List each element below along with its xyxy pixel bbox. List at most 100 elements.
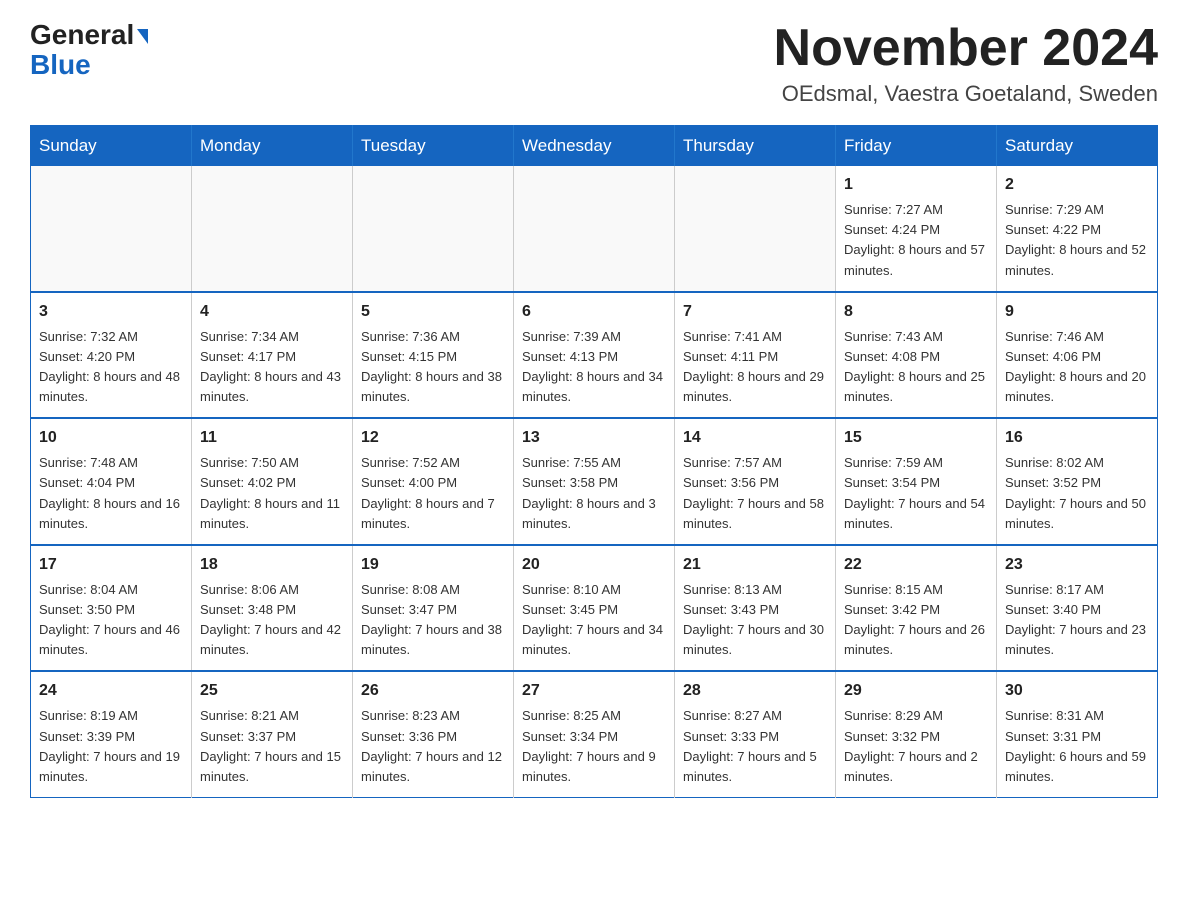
day-number: 12 (361, 426, 505, 450)
day-number: 29 (844, 679, 988, 703)
calendar-cell (353, 166, 514, 292)
calendar-cell: 22Sunrise: 8:15 AM Sunset: 3:42 PM Dayli… (836, 545, 997, 672)
day-number: 6 (522, 300, 666, 324)
day-number: 16 (1005, 426, 1149, 450)
day-info: Sunrise: 7:34 AM Sunset: 4:17 PM Dayligh… (200, 327, 344, 408)
day-info: Sunrise: 7:59 AM Sunset: 3:54 PM Dayligh… (844, 453, 988, 534)
calendar-cell: 15 Sunrise: 7:59 AM Sunset: 3:54 PM Dayli… (836, 418, 997, 545)
calendar-cell: 14 Sunrise: 7:57 AM Sunset: 3:56 PM Dayli… (675, 418, 836, 545)
day-info: Sunrise: 8:29 AM Sunset: 3:32 PM Dayligh… (844, 706, 988, 787)
weekday-header-monday: Monday (192, 126, 353, 167)
day-info: Sunrise: 7:41 AM Sunset: 4:11 PM Dayligh… (683, 327, 827, 408)
calendar-cell: 11 Sunrise: 7:50 AM Sunset: 4:02 PM Dayli… (192, 418, 353, 545)
day-info: Sunrise: 8:06 AM Sunset: 3:48 PM Dayligh… (200, 580, 344, 661)
weekday-header-sunday: Sunday (31, 126, 192, 167)
weekday-header-wednesday: Wednesday (514, 126, 675, 167)
day-number: 8 (844, 300, 988, 324)
day-info: Sunrise: 7:43 AM Sunset: 4:08 PM Dayligh… (844, 327, 988, 408)
calendar-cell: 2Sunrise: 7:29 AM Sunset: 4:22 PM Daylig… (997, 166, 1158, 292)
logo: General Blue (30, 20, 148, 81)
subtitle: OEdsmal, Vaestra Goetaland, Sweden (774, 81, 1158, 107)
calendar-cell: 1 Sunrise: 7:27 AM Sunset: 4:24 PM Daylig… (836, 166, 997, 292)
day-info: Sunrise: 7:32 AM Sunset: 4:20 PM Dayligh… (39, 327, 183, 408)
logo-line2: Blue (30, 49, 91, 81)
day-info: Sunrise: 7:52 AM Sunset: 4:00 PM Dayligh… (361, 453, 505, 534)
calendar-cell: 28 Sunrise: 8:27 AM Sunset: 3:33 PM Dayli… (675, 671, 836, 797)
calendar-cell: 24 Sunrise: 8:19 AM Sunset: 3:39 PM Dayli… (31, 671, 192, 797)
day-info: Sunrise: 8:21 AM Sunset: 3:37 PM Dayligh… (200, 706, 344, 787)
calendar-cell: 5 Sunrise: 7:36 AM Sunset: 4:15 PM Daylig… (353, 292, 514, 419)
calendar-cell: 17 Sunrise: 8:04 AM Sunset: 3:50 PM Dayli… (31, 545, 192, 672)
day-info: Sunrise: 7:27 AM Sunset: 4:24 PM Dayligh… (844, 200, 988, 281)
day-number: 14 (683, 426, 827, 450)
calendar-cell: 23 Sunrise: 8:17 AM Sunset: 3:40 PM Dayli… (997, 545, 1158, 672)
day-number: 23 (1005, 553, 1149, 577)
calendar-cell: 20 Sunrise: 8:10 AM Sunset: 3:45 PM Dayli… (514, 545, 675, 672)
day-number: 1 (844, 173, 988, 197)
day-number: 24 (39, 679, 183, 703)
day-info: Sunrise: 8:04 AM Sunset: 3:50 PM Dayligh… (39, 580, 183, 661)
day-info: Sunrise: 7:50 AM Sunset: 4:02 PM Dayligh… (200, 453, 344, 534)
weekday-header-saturday: Saturday (997, 126, 1158, 167)
calendar-cell: 26 Sunrise: 8:23 AM Sunset: 3:36 PM Dayli… (353, 671, 514, 797)
calendar-cell (192, 166, 353, 292)
calendar-cell (675, 166, 836, 292)
day-number: 5 (361, 300, 505, 324)
day-info: Sunrise: 8:31 AM Sunset: 3:31 PM Dayligh… (1005, 706, 1149, 787)
day-number: 9 (1005, 300, 1149, 324)
calendar-cell: 6 Sunrise: 7:39 AM Sunset: 4:13 PM Daylig… (514, 292, 675, 419)
calendar-cell: 3Sunrise: 7:32 AM Sunset: 4:20 PM Daylig… (31, 292, 192, 419)
calendar-cell: 21 Sunrise: 8:13 AM Sunset: 3:43 PM Dayli… (675, 545, 836, 672)
day-info: Sunrise: 7:39 AM Sunset: 4:13 PM Dayligh… (522, 327, 666, 408)
day-number: 21 (683, 553, 827, 577)
calendar-week-row: 17 Sunrise: 8:04 AM Sunset: 3:50 PM Dayli… (31, 545, 1158, 672)
calendar-table: SundayMondayTuesdayWednesdayThursdayFrid… (30, 125, 1158, 798)
day-number: 15 (844, 426, 988, 450)
calendar-cell: 9 Sunrise: 7:46 AM Sunset: 4:06 PM Daylig… (997, 292, 1158, 419)
day-info: Sunrise: 8:23 AM Sunset: 3:36 PM Dayligh… (361, 706, 505, 787)
calendar-week-row: 1 Sunrise: 7:27 AM Sunset: 4:24 PM Daylig… (31, 166, 1158, 292)
calendar-cell: 16 Sunrise: 8:02 AM Sunset: 3:52 PM Dayli… (997, 418, 1158, 545)
calendar-week-row: 10Sunrise: 7:48 AM Sunset: 4:04 PM Dayli… (31, 418, 1158, 545)
calendar-cell: 29 Sunrise: 8:29 AM Sunset: 3:32 PM Dayli… (836, 671, 997, 797)
day-number: 25 (200, 679, 344, 703)
day-number: 4 (200, 300, 344, 324)
day-info: Sunrise: 8:17 AM Sunset: 3:40 PM Dayligh… (1005, 580, 1149, 661)
day-number: 30 (1005, 679, 1149, 703)
day-info: Sunrise: 7:57 AM Sunset: 3:56 PM Dayligh… (683, 453, 827, 534)
day-info: Sunrise: 8:27 AM Sunset: 3:33 PM Dayligh… (683, 706, 827, 787)
day-info: Sunrise: 7:55 AM Sunset: 3:58 PM Dayligh… (522, 453, 666, 534)
calendar-cell: 19 Sunrise: 8:08 AM Sunset: 3:47 PM Dayli… (353, 545, 514, 672)
day-number: 11 (200, 426, 344, 450)
day-info: Sunrise: 8:02 AM Sunset: 3:52 PM Dayligh… (1005, 453, 1149, 534)
page-header: General Blue November 2024 OEdsmal, Vaes… (30, 20, 1158, 107)
calendar-cell: 10Sunrise: 7:48 AM Sunset: 4:04 PM Dayli… (31, 418, 192, 545)
calendar-cell: 4 Sunrise: 7:34 AM Sunset: 4:17 PM Daylig… (192, 292, 353, 419)
weekday-header-thursday: Thursday (675, 126, 836, 167)
day-number: 13 (522, 426, 666, 450)
day-number: 26 (361, 679, 505, 703)
day-number: 20 (522, 553, 666, 577)
day-info: Sunrise: 8:13 AM Sunset: 3:43 PM Dayligh… (683, 580, 827, 661)
title-area: November 2024 OEdsmal, Vaestra Goetaland… (774, 20, 1158, 107)
day-number: 18 (200, 553, 344, 577)
calendar-cell: 27Sunrise: 8:25 AM Sunset: 3:34 PM Dayli… (514, 671, 675, 797)
day-info: Sunrise: 8:08 AM Sunset: 3:47 PM Dayligh… (361, 580, 505, 661)
day-number: 19 (361, 553, 505, 577)
day-info: Sunrise: 8:19 AM Sunset: 3:39 PM Dayligh… (39, 706, 183, 787)
day-info: Sunrise: 7:46 AM Sunset: 4:06 PM Dayligh… (1005, 327, 1149, 408)
day-number: 17 (39, 553, 183, 577)
day-info: Sunrise: 7:36 AM Sunset: 4:15 PM Dayligh… (361, 327, 505, 408)
day-info: Sunrise: 8:10 AM Sunset: 3:45 PM Dayligh… (522, 580, 666, 661)
day-info: Sunrise: 7:29 AM Sunset: 4:22 PM Dayligh… (1005, 200, 1149, 281)
day-number: 10 (39, 426, 183, 450)
logo-line1: General (30, 20, 148, 51)
day-number: 28 (683, 679, 827, 703)
calendar-cell (31, 166, 192, 292)
calendar-week-row: 3Sunrise: 7:32 AM Sunset: 4:20 PM Daylig… (31, 292, 1158, 419)
day-info: Sunrise: 8:25 AM Sunset: 3:34 PM Dayligh… (522, 706, 666, 787)
calendar-cell: 8 Sunrise: 7:43 AM Sunset: 4:08 PM Daylig… (836, 292, 997, 419)
weekday-header-tuesday: Tuesday (353, 126, 514, 167)
calendar-cell (514, 166, 675, 292)
main-title: November 2024 (774, 20, 1158, 77)
